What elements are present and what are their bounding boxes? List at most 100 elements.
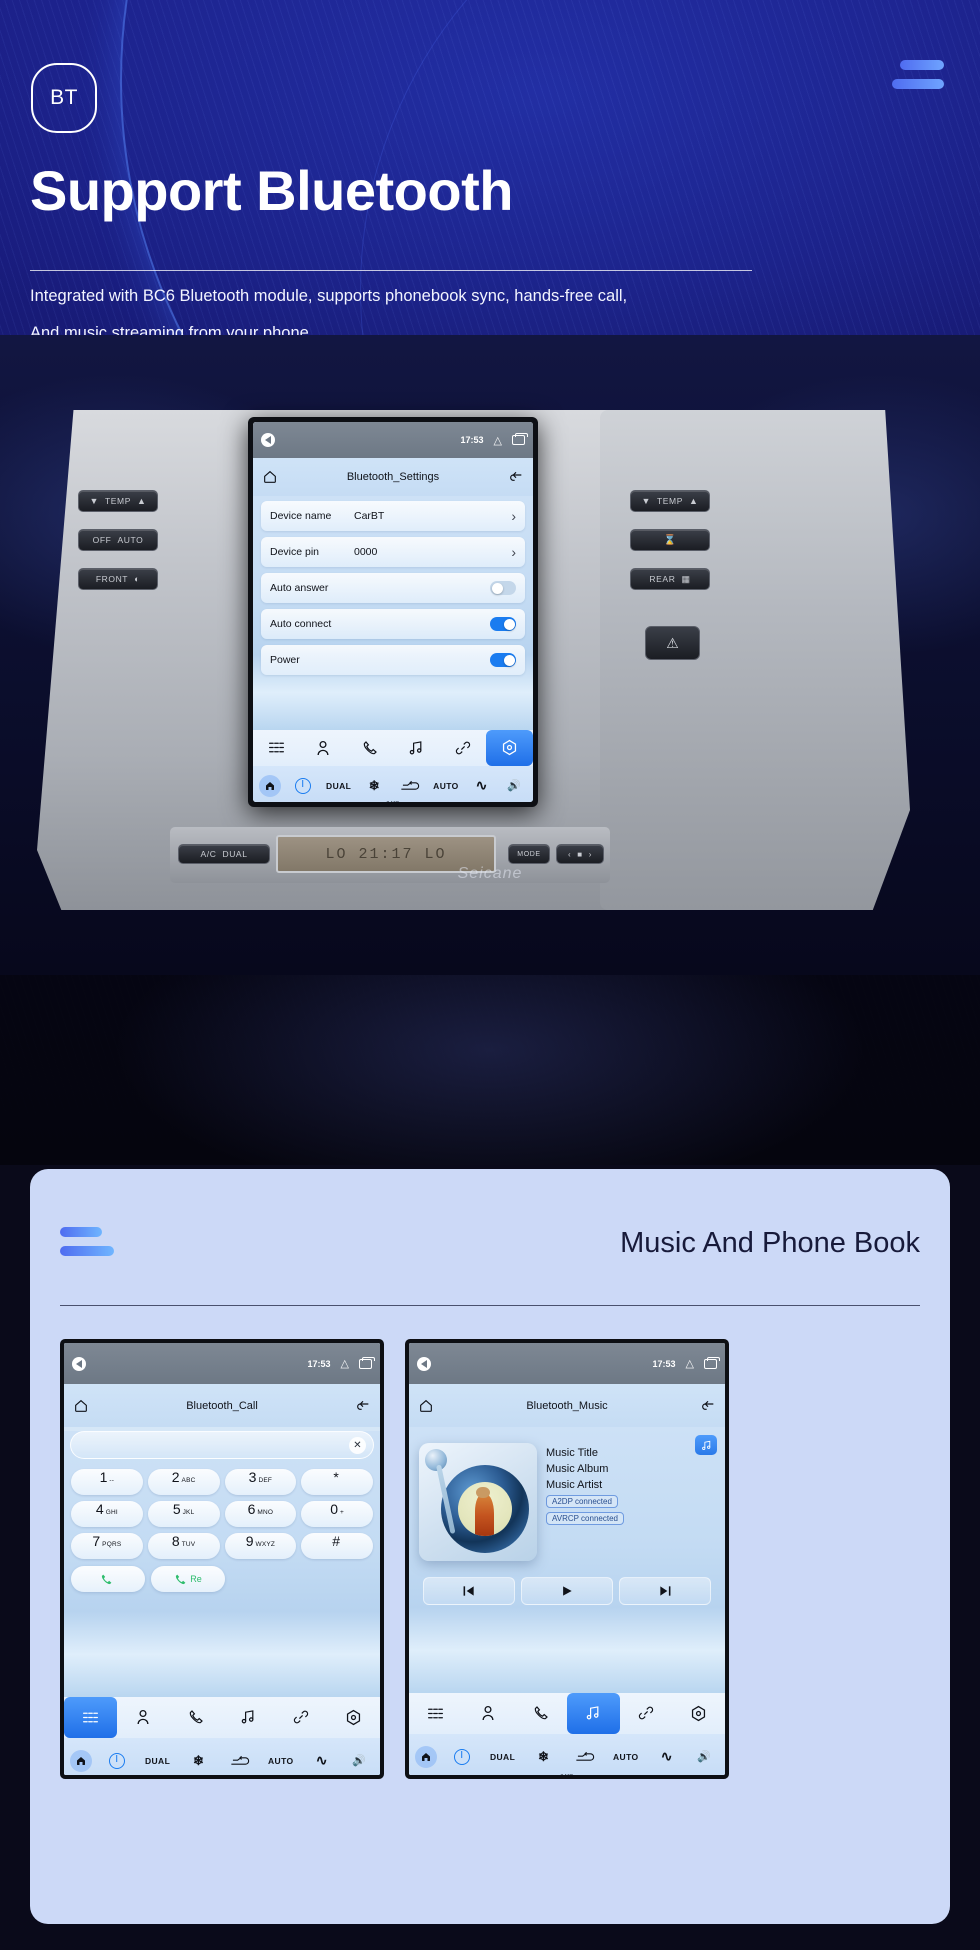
volume-up-button[interactable]: 🔊	[502, 779, 527, 792]
play-button[interactable]	[521, 1577, 613, 1606]
dash-button-front-defrost[interactable]: FRONT ◐	[78, 568, 158, 590]
clear-icon[interactable]: ✕	[349, 1436, 366, 1454]
call-button[interactable]	[71, 1566, 145, 1593]
volume-up-button[interactable]: 🔊	[344, 1754, 374, 1767]
redial-button[interactable]: Re	[151, 1566, 225, 1593]
lcd-mode-button[interactable]: MODE	[508, 844, 550, 864]
snowflake-icon: ❄	[368, 777, 381, 793]
key-star[interactable]: *	[301, 1469, 373, 1496]
climate-recirculate-button[interactable]	[221, 1755, 258, 1767]
key-9[interactable]: 9 WXYZ	[224, 1533, 297, 1560]
tab-apps-grid[interactable]	[409, 1693, 462, 1734]
lcd-track-buttons[interactable]: ‹ ■ ›	[556, 844, 604, 864]
key-4[interactable]: 4 GHI	[71, 1501, 143, 1528]
auto-connect-toggle[interactable]	[490, 617, 516, 632]
next-track-button[interactable]	[619, 1577, 711, 1606]
climate-home-button[interactable]	[70, 1749, 92, 1772]
phone-number-input[interactable]: ✕	[70, 1431, 374, 1460]
climate-auto-button[interactable]: AUTO	[430, 781, 462, 791]
back-arrow-icon[interactable]	[508, 469, 524, 485]
tab-phone[interactable]	[169, 1697, 222, 1738]
key-6[interactable]: 6 MNO	[224, 1501, 297, 1528]
music-library-button[interactable]	[695, 1435, 717, 1456]
climate-ac-button[interactable]: ❄	[180, 1753, 217, 1769]
climate-dual-button[interactable]: DUAL	[484, 1752, 521, 1762]
dash-button-airflow[interactable]: ⌛	[630, 529, 710, 551]
dash-button-rear-defrost[interactable]: REAR ▦	[630, 568, 710, 590]
tab-music[interactable]	[393, 730, 440, 766]
tab-settings[interactable]	[672, 1693, 725, 1734]
hazard-light-button[interactable]: ⚠	[645, 626, 700, 660]
prev-track-button[interactable]	[423, 1577, 515, 1606]
key-8[interactable]: 8 TUV	[147, 1533, 220, 1560]
climate-power-button[interactable]	[287, 777, 319, 794]
tab-phone[interactable]	[514, 1693, 567, 1734]
tab-link[interactable]	[620, 1693, 673, 1734]
climate-dual-button[interactable]: DUAL	[323, 781, 355, 791]
setting-row-power[interactable]: Power	[261, 645, 525, 676]
climate-temperature: 24℃	[386, 801, 399, 802]
tab-music[interactable]	[567, 1692, 620, 1734]
setting-row-auto-connect[interactable]: Auto connect	[261, 609, 525, 640]
home-icon[interactable]	[262, 469, 278, 485]
climate-dual-button[interactable]: DUAL	[139, 1756, 176, 1766]
climate-auto-button[interactable]: AUTO	[262, 1756, 299, 1766]
tab-contacts[interactable]	[117, 1697, 170, 1738]
chevron-up-icon[interactable]: △	[494, 434, 502, 447]
key-0[interactable]: 0 +	[301, 1501, 373, 1528]
tab-contacts[interactable]	[300, 730, 347, 766]
dash-button-temp-left[interactable]: ▼ TEMP ▲	[78, 490, 158, 512]
dash-button-temp-right[interactable]: ▼ TEMP ▲	[630, 490, 710, 512]
key-2[interactable]: 2 ABC	[147, 1469, 220, 1496]
tab-apps-grid[interactable]	[64, 1696, 117, 1738]
chevron-up-icon[interactable]: △	[341, 1357, 349, 1370]
climate-airflow-button[interactable]: ∿	[466, 777, 498, 794]
back-arrow-icon[interactable]	[355, 1398, 371, 1414]
tab-apps-grid[interactable]	[253, 730, 300, 766]
key-3[interactable]: 3 DEF	[224, 1469, 297, 1496]
climate-recirculate-button[interactable]	[566, 1751, 603, 1763]
lcd-ac-dual-buttons[interactable]: A/C DUAL	[178, 844, 270, 864]
status-back-icon[interactable]	[417, 1356, 431, 1371]
tab-phone[interactable]	[346, 730, 393, 766]
climate-power-button[interactable]	[443, 1748, 480, 1765]
climate-recirculate-button[interactable]	[394, 780, 426, 792]
climate-auto-button[interactable]: AUTO	[607, 1752, 644, 1762]
tab-contacts[interactable]	[462, 1693, 515, 1734]
status-back-icon[interactable]	[261, 433, 275, 448]
climate-home-button[interactable]	[415, 1745, 437, 1768]
dash-button-off-auto[interactable]: OFF AUTO	[78, 529, 158, 551]
tab-settings[interactable]	[327, 1697, 380, 1738]
setting-row-device-name[interactable]: Device name CarBT ›	[261, 501, 525, 532]
back-arrow-icon[interactable]	[700, 1398, 716, 1414]
climate-ac-button[interactable]: ❄	[359, 778, 391, 794]
climate-power-button[interactable]	[98, 1752, 135, 1769]
bluetooth-settings-screen[interactable]: 17:53 △ Bluetooth_Settings Device name C…	[253, 422, 533, 802]
bluetooth-call-screen[interactable]: 17:53 △ Bluetooth_Call ✕ 1 -- 2 ABC 3 DE…	[64, 1343, 380, 1775]
key-7[interactable]: 7 PQRS	[71, 1533, 143, 1560]
setting-row-device-pin[interactable]: Device pin 0000 ›	[261, 537, 525, 568]
home-icon[interactable]	[73, 1398, 89, 1414]
recent-apps-icon[interactable]	[359, 1356, 375, 1369]
chevron-up-icon[interactable]: △	[686, 1357, 694, 1370]
key-hash[interactable]: #	[301, 1533, 373, 1560]
tab-settings[interactable]	[486, 729, 533, 766]
auto-answer-toggle[interactable]	[490, 581, 516, 596]
key-5[interactable]: 5 JKL	[147, 1501, 220, 1528]
climate-airflow-button[interactable]: ∿	[303, 1752, 340, 1769]
volume-up-button[interactable]: 🔊	[689, 1750, 719, 1763]
setting-row-auto-answer[interactable]: Auto answer	[261, 573, 525, 604]
tab-link[interactable]	[275, 1697, 328, 1738]
status-back-icon[interactable]	[72, 1356, 86, 1371]
climate-airflow-button[interactable]: ∿	[648, 1748, 685, 1765]
recent-apps-icon[interactable]	[704, 1356, 720, 1369]
tab-music[interactable]	[222, 1697, 275, 1738]
tab-link[interactable]	[440, 730, 487, 766]
climate-ac-button[interactable]: ❄	[525, 1749, 562, 1765]
recent-apps-icon[interactable]	[512, 433, 528, 446]
bluetooth-music-screen[interactable]: 17:53 △ Bluetooth_Music Music Title Musi…	[409, 1343, 725, 1775]
power-toggle[interactable]	[490, 653, 516, 668]
climate-home-button[interactable]	[259, 774, 281, 797]
key-1[interactable]: 1 --	[71, 1469, 143, 1496]
home-icon[interactable]	[418, 1398, 434, 1414]
